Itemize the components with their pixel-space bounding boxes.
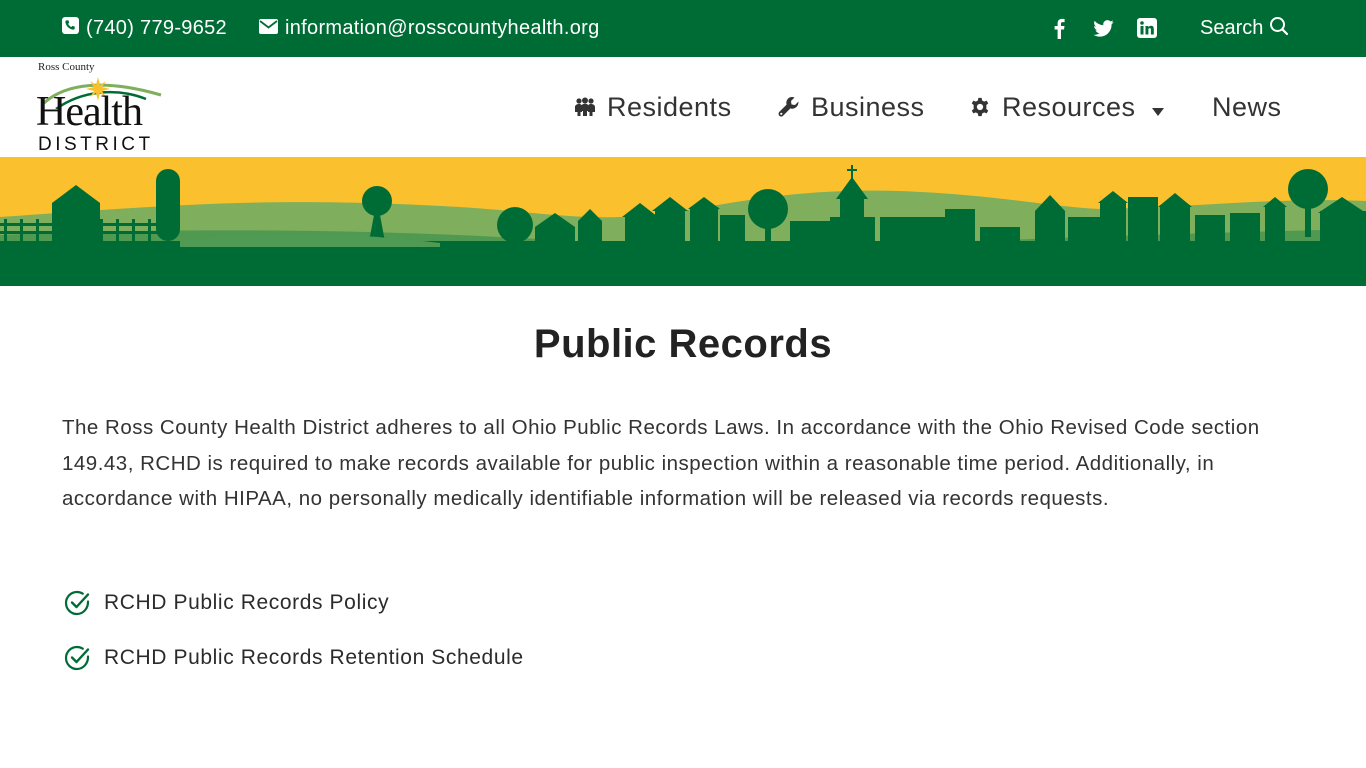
logo-district-text: DISTRICT [38, 134, 154, 155]
retention-schedule-label: RCHD Public Records Retention Schedule [104, 646, 524, 669]
check-circle-icon [62, 643, 92, 673]
nav-news[interactable]: News [1212, 57, 1282, 157]
nav-resources-label: Resources [1002, 91, 1136, 122]
email-address: information@rosscountyhealth.org [285, 17, 600, 39]
search-icon [1269, 16, 1289, 42]
logo-health-text: Health [36, 89, 143, 135]
public-records-policy-label: RCHD Public Records Policy [104, 591, 390, 614]
users-icon [573, 95, 597, 119]
public-records-policy-link[interactable]: RCHD Public Records Policy [62, 586, 389, 620]
nav-residents-label: Residents [607, 91, 732, 122]
envelope-icon [259, 17, 278, 40]
email-link[interactable]: information@rosscountyhealth.org [259, 0, 600, 57]
rural-skyline-illustration [0, 157, 1366, 286]
logo-small-text: Ross County [38, 61, 95, 73]
phone-link[interactable]: (740) 779-9652 [62, 0, 227, 57]
nav-news-label: News [1212, 91, 1282, 122]
top-bar: (740) 779-9652 information@rosscountyhea… [0, 0, 1366, 57]
check-circle-icon [62, 588, 92, 618]
retention-schedule-link[interactable]: RCHD Public Records Retention Schedule [62, 641, 524, 675]
twitter-icon[interactable] [1091, 16, 1115, 40]
nav-business[interactable]: Business [777, 57, 925, 157]
gear-icon [968, 95, 992, 119]
facebook-icon[interactable] [1047, 16, 1071, 40]
page-title: Public Records [533, 322, 833, 366]
intro-paragraph: The Ross County Health District adheres … [62, 416, 1260, 510]
search-button[interactable]: Search [1200, 0, 1289, 57]
nav-resources[interactable]: Resources [968, 57, 1164, 157]
linkedin-icon[interactable] [1135, 16, 1159, 40]
hero-banner [0, 157, 1366, 286]
wrench-icon [777, 95, 801, 119]
site-logo[interactable]: Ross County Health DISTRICT [36, 61, 166, 155]
phone-icon [62, 17, 79, 40]
nav-business-label: Business [811, 91, 925, 122]
caret-down-icon [1151, 92, 1164, 123]
phone-number: (740) 779-9652 [86, 17, 227, 39]
search-label: Search [1200, 17, 1264, 39]
nav-residents[interactable]: Residents [573, 57, 732, 157]
